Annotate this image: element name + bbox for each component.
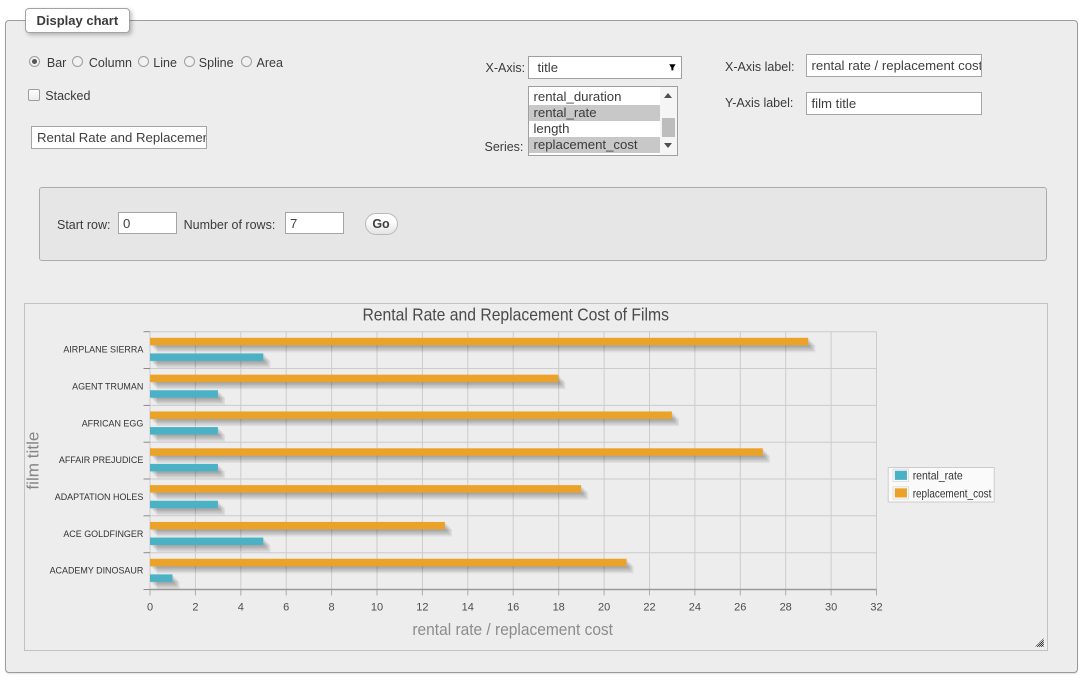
svg-text:AFFAIR PREJUDICE: AFFAIR PREJUDICE bbox=[59, 455, 143, 465]
svg-text:14: 14 bbox=[462, 602, 474, 614]
svg-text:2: 2 bbox=[192, 602, 198, 614]
svg-text:28: 28 bbox=[780, 602, 792, 614]
svg-text:rental_rate: rental_rate bbox=[913, 469, 963, 483]
svg-text:ACADEMY DINOSAUR: ACADEMY DINOSAUR bbox=[50, 566, 144, 576]
svg-text:18: 18 bbox=[553, 602, 565, 614]
svg-text:AGENT TRUMAN: AGENT TRUMAN bbox=[72, 382, 143, 392]
svg-text:ACE GOLDFINGER: ACE GOLDFINGER bbox=[63, 529, 143, 539]
svg-text:12: 12 bbox=[416, 602, 428, 614]
svg-text:replacement_cost: replacement_cost bbox=[913, 486, 992, 500]
svg-text:20: 20 bbox=[598, 602, 610, 614]
svg-text:0: 0 bbox=[147, 602, 153, 614]
svg-text:16: 16 bbox=[507, 602, 519, 614]
svg-text:6: 6 bbox=[283, 602, 289, 614]
svg-text:rental rate / replacement cost: rental rate / replacement cost bbox=[412, 620, 613, 639]
svg-text:22: 22 bbox=[643, 602, 655, 614]
svg-text:26: 26 bbox=[734, 602, 746, 614]
svg-text:30: 30 bbox=[825, 602, 837, 614]
svg-text:ADAPTATION HOLES: ADAPTATION HOLES bbox=[55, 492, 144, 502]
svg-text:AFRICAN EGG: AFRICAN EGG bbox=[82, 418, 144, 428]
svg-text:8: 8 bbox=[329, 602, 335, 614]
svg-text:32: 32 bbox=[870, 602, 882, 614]
svg-text:10: 10 bbox=[371, 602, 383, 614]
svg-text:24: 24 bbox=[689, 602, 701, 614]
svg-text:4: 4 bbox=[238, 602, 244, 614]
svg-text:AIRPLANE SIERRA: AIRPLANE SIERRA bbox=[63, 345, 143, 355]
svg-text:film title: film title bbox=[25, 432, 43, 490]
svg-text:Rental Rate and Replacement Co: Rental Rate and Replacement Cost of Film… bbox=[362, 304, 669, 324]
